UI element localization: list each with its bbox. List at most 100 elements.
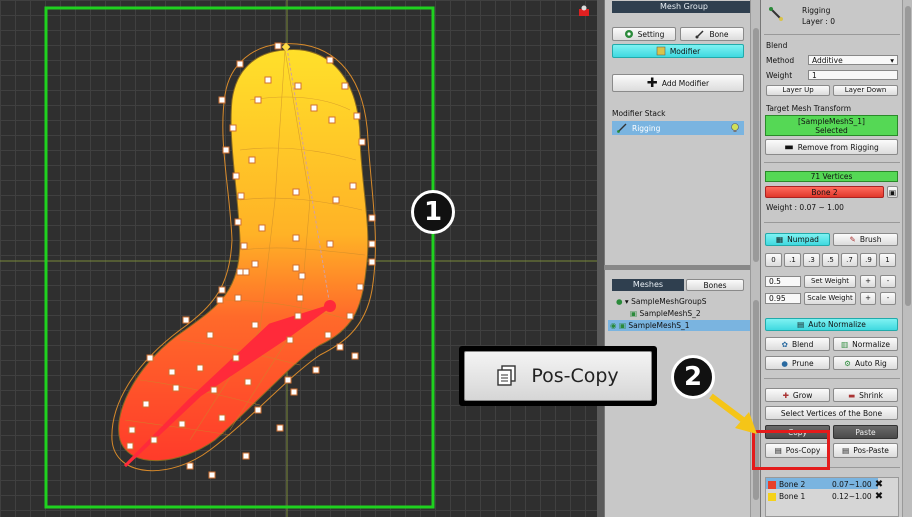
tree-item-mesh-2-label: SampleMeshS_2 [639,309,701,318]
tab-bones[interactable]: Bones [686,279,744,291]
set-weight-value[interactable]: 0.5 [765,276,801,287]
mesh-vertex [218,286,226,294]
pos-paste-button[interactable]: ▤ Pos-Paste [833,443,898,458]
numpad-key[interactable]: .3 [803,253,820,267]
set-weight-minus-button[interactable]: - [880,275,896,288]
auto-normalize-toggle[interactable]: ▤ Auto Normalize [765,318,898,331]
panel-splitter[interactable] [604,265,750,270]
blend-button[interactable]: ✿ Blend [765,337,830,351]
shrink-button[interactable]: ▬ Shrink [833,388,898,402]
mesh-vertex [254,96,262,104]
mesh-vertex [312,366,320,374]
remove-from-rigging-button[interactable]: ▬ Remove from Rigging [765,139,898,155]
mesh-vertex [356,283,364,291]
pos-copy-zoom-callout: Pos-Copy [459,346,657,406]
mesh-vertex [346,312,354,320]
prune-button[interactable]: ● Prune [765,356,830,370]
auto-rig-button[interactable]: ⚙ Auto Rig [833,356,898,370]
scale-weight-plus-button[interactable]: + [860,292,876,305]
numpad-key[interactable]: .9 [860,253,877,267]
scene-viewport[interactable]: 1 [0,0,597,517]
method-select[interactable]: Additive ▾ [808,55,898,65]
mesh-vertex [292,264,300,272]
tree-item-mesh-1[interactable]: ◉ ▣ SampleMeshS_1 [610,321,690,330]
scale-weight-minus-button[interactable]: - [880,292,896,305]
mesh-vertex [336,343,344,351]
shrink-btn-label: Shrink [859,390,883,400]
paste-button[interactable]: Paste [833,425,898,439]
mesh-vertex [349,182,357,190]
editor-window: 1 Mesh Group Setting Bone Modifier ✚ Add… [0,0,912,517]
mesh-vertex [258,224,266,232]
numpad-key[interactable]: .1 [784,253,801,267]
target-mesh-label: Target Mesh Transform [766,104,852,113]
bone-lock-button[interactable]: ▣ [887,186,898,198]
enable-bulb-icon[interactable] [730,123,740,133]
mesh-vertex [264,76,272,84]
separator [764,378,900,379]
numpad-key[interactable]: .5 [822,253,839,267]
grow-btn-label: Grow [792,390,813,400]
right-scroll-thumb[interactable] [905,6,911,306]
setting-button[interactable]: Setting [612,27,676,41]
mesh-vertex [218,414,226,422]
brush-button[interactable]: ✎ Brush [833,233,898,246]
numpad-label: Numpad [787,235,819,244]
weight-field[interactable]: 1 [808,70,898,80]
numpad-key[interactable]: 0 [765,253,782,267]
vertex-count-badge: 71 Vertices [765,171,898,182]
select-vertices-button[interactable]: Select Vertices of the Bone [765,406,898,420]
method-value: Additive [812,56,843,65]
scale-weight-button[interactable]: Scale Weight [804,292,856,305]
numpad-key[interactable]: .7 [841,253,858,267]
tree-item-mesh-2[interactable]: ▣ SampleMeshS_2 [630,309,701,318]
mesh-vertex [341,82,349,90]
numpad-button[interactable]: ▦ Numpad [765,233,830,246]
mesh-vertex [358,138,366,146]
set-weight-button[interactable]: Set Weight [804,275,856,288]
mesh-group-header: Mesh Group [612,1,756,13]
tree-item-meshgroup[interactable]: ● ▾ SampleMeshGroupS [616,297,707,306]
scale-weight-value[interactable]: 0.95 [765,293,801,304]
modifier-button[interactable]: Modifier [612,44,744,58]
pos-copy-zoom-label: Pos-Copy [531,365,619,387]
bone-2-name: Bone 2 [779,480,806,489]
bone-weight-row-1[interactable]: Bone 1 0.12~1.00 ✖ [768,491,883,502]
grow-icon: ✚ [782,390,789,400]
inspector-title: Rigging [802,6,831,15]
target-mesh-name: [SampleMeshS_1] [797,117,865,126]
mesh-vertex [168,368,176,376]
normalize-btn-label: Normalize [852,339,890,349]
mesh-vertex [332,196,340,204]
mesh-vertex [237,192,245,200]
normalize-button[interactable]: ▥ Normalize [833,337,898,351]
visibility-eye-icon[interactable]: ◉ [610,321,617,330]
set-weight-plus-button[interactable]: + [860,275,876,288]
grow-button[interactable]: ✚ Grow [765,388,830,402]
rigging-icon [617,123,627,133]
bone-weight-row-2[interactable]: Bone 2 0.07~1.00 ✖ [768,479,883,490]
tab-meshes[interactable]: Meshes [612,279,684,291]
remove-bone-icon[interactable]: ✖ [875,491,883,502]
panel-divider[interactable] [597,0,604,517]
mesh-vertex [292,234,300,242]
mesh-vertex [234,294,242,302]
selected-bone-field[interactable]: Bone 2 [765,186,884,198]
add-modifier-button[interactable]: ✚ Add Modifier [612,74,744,92]
mesh-vertex [218,96,226,104]
record-icon[interactable] [578,5,590,17]
tree-item-mesh-1-label: SampleMeshS_1 [628,321,690,330]
mesh-vertex [286,336,294,344]
bone-button[interactable]: Bone [680,27,744,41]
mid-scroll-thumb-top[interactable] [753,28,759,262]
mesh-canvas[interactable] [0,0,597,517]
mesh-vertex [236,60,244,68]
modifier-icon [656,46,666,56]
layer-down-button[interactable]: Layer Down [833,85,898,96]
numpad-key[interactable]: 1 [879,253,896,267]
brush-icon: ✎ [849,235,856,244]
layer-up-button[interactable]: Layer Up [766,85,830,96]
pos-paste-icon: ▤ [842,446,850,455]
right-scrollbar[interactable] [902,0,912,517]
remove-bone-icon[interactable]: ✖ [875,479,883,490]
